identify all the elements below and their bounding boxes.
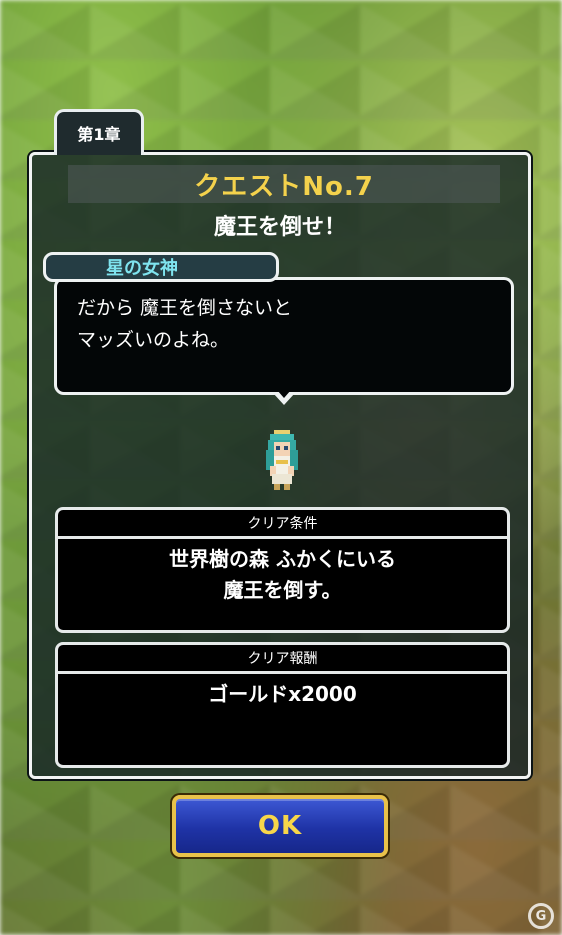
- clear-condition-body: 世界樹の森 ふかくにいる 魔王を倒す。: [58, 539, 507, 606]
- chapter-label: 第1章: [77, 125, 121, 144]
- speaker-name: 星の女神: [106, 258, 178, 279]
- clear-reward-line: ゴールドx2000: [208, 682, 357, 706]
- clear-reward-box: クリア報酬 ゴールドx2000: [55, 642, 510, 768]
- goddess-sprite: [266, 430, 298, 490]
- speech-bubble-tail: [273, 390, 295, 405]
- quest-subtitle: 魔王を倒せ！: [213, 215, 346, 240]
- ok-button[interactable]: OK: [172, 795, 388, 857]
- clear-condition-header: クリア条件: [58, 510, 507, 539]
- speech-bubble[interactable]: だから 魔王を倒さないと マッズいのよね。: [54, 277, 514, 395]
- speech-line: だから 魔王を倒さないと: [77, 297, 293, 319]
- chapter-tab: 第1章: [54, 109, 144, 155]
- clear-condition-line: 世界樹の森 ふかくにいる: [169, 547, 396, 571]
- g-logo-icon: G: [528, 903, 554, 929]
- clear-reward-header: クリア報酬: [58, 645, 507, 674]
- quest-number-title: クエストNo.7: [194, 171, 374, 202]
- speech-line: マッズいのよね。: [77, 329, 230, 351]
- quest-title-bar: クエストNo.7: [68, 165, 500, 203]
- clear-reward-body: ゴールドx2000: [58, 674, 507, 710]
- clear-condition-box: クリア条件 世界樹の森 ふかくにいる 魔王を倒す。: [55, 507, 510, 633]
- clear-condition-line: 魔王を倒す。: [223, 578, 342, 602]
- quest-panel: クエストNo.7 魔王を倒せ！ 星の女神 だから 魔王を倒さないと マッズいのよ…: [29, 152, 531, 779]
- speaker-name-tab: 星の女神: [43, 252, 279, 282]
